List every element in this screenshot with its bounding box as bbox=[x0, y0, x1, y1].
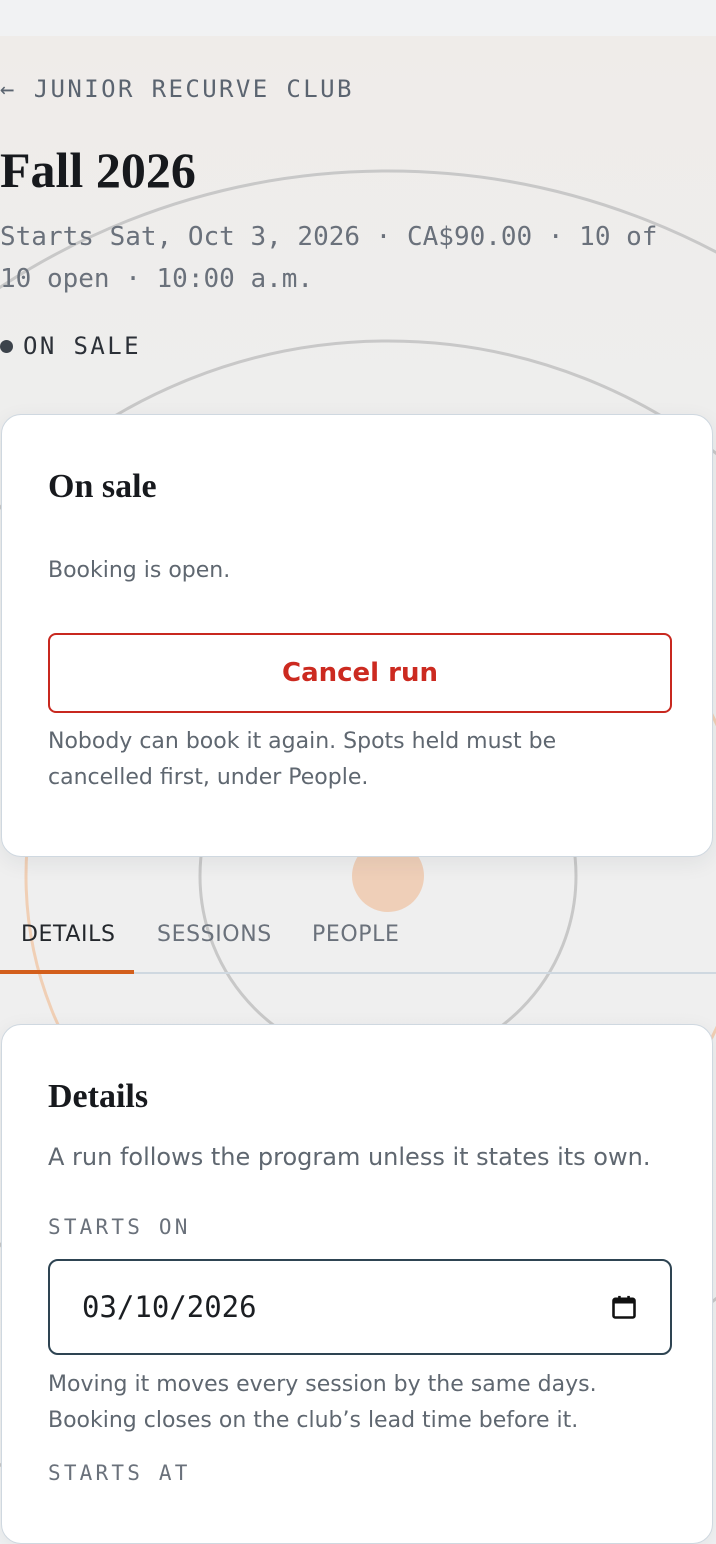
sale-card-body: Booking is open. bbox=[48, 558, 231, 583]
active-tab-indicator bbox=[0, 970, 134, 974]
cancel-note: Nobody can book it again. Spots held mus… bbox=[48, 724, 556, 796]
tab-people[interactable]: PEOPLE bbox=[312, 922, 400, 972]
tab-sessions[interactable]: SESSIONS bbox=[157, 922, 272, 972]
run-tabs: DETAILS SESSIONS PEOPLE bbox=[0, 898, 716, 974]
details-intro: A run follows the program unless it stat… bbox=[48, 1143, 651, 1171]
page-title: Fall 2026 bbox=[0, 142, 196, 198]
starts-on-help-line: Booking closes on the club’s lead time b… bbox=[48, 1408, 579, 1433]
sale-card-heading: On sale bbox=[48, 468, 157, 505]
starts-at-label: STARTS AT bbox=[48, 1461, 191, 1485]
details-heading: Details bbox=[48, 1078, 149, 1115]
starts-on-date-input[interactable]: 03/10/2026 bbox=[48, 1259, 672, 1355]
top-bar bbox=[0, 0, 716, 36]
status-label: ON SALE bbox=[23, 332, 141, 360]
starts-on-value: 03/10/2026 bbox=[82, 1290, 257, 1324]
starts-on-label: STARTS ON bbox=[48, 1215, 191, 1239]
details-card: Details A run follows the program unless… bbox=[1, 1024, 713, 1544]
back-link-junior-recurve-club[interactable]: ← JUNIOR RECURVE CLUB bbox=[0, 75, 354, 103]
cancel-run-button[interactable]: Cancel run bbox=[48, 633, 672, 713]
calendar-icon[interactable] bbox=[610, 1293, 638, 1321]
tab-details[interactable]: DETAILS bbox=[21, 922, 116, 972]
status-badge: ON SALE bbox=[0, 332, 141, 360]
cancel-note-line: cancelled first, under People. bbox=[48, 765, 369, 790]
run-summary-line: 10 open · 10:00 a.m. bbox=[0, 264, 314, 294]
status-dot-icon bbox=[0, 339, 13, 353]
starts-on-help-line: Moving it moves every session by the sam… bbox=[48, 1372, 597, 1397]
starts-on-help: Moving it moves every session by the sam… bbox=[48, 1367, 597, 1439]
cancel-note-line: Nobody can book it again. Spots held mus… bbox=[48, 729, 557, 754]
run-summary-line: Starts Sat, Oct 3, 2026 · CA$90.00 · 10 … bbox=[0, 222, 658, 252]
run-summary: Starts Sat, Oct 3, 2026 · CA$90.00 · 10 … bbox=[0, 216, 716, 300]
sale-status-card: On sale Booking is open. Cancel run Nobo… bbox=[1, 414, 713, 857]
